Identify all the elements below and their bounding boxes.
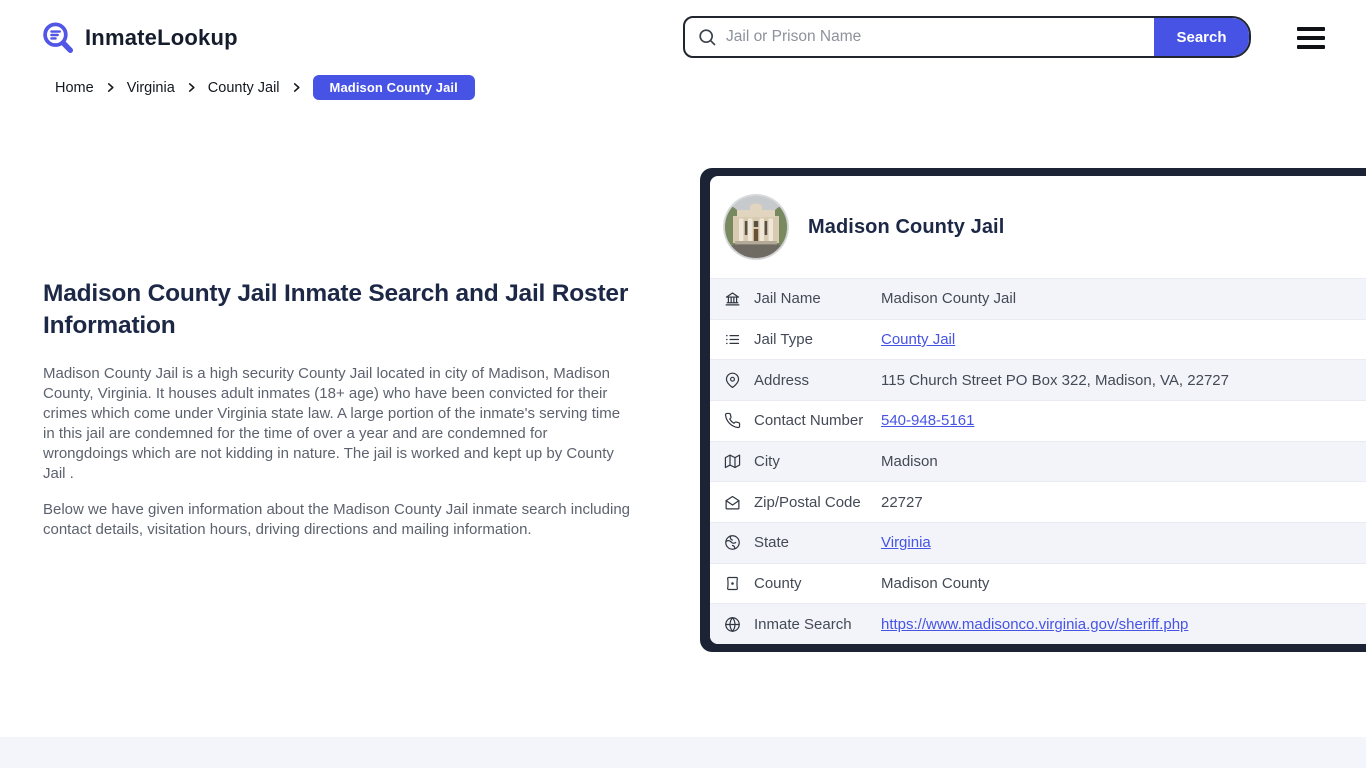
breadcrumb: Home Virginia County Jail Madison County… (55, 75, 475, 100)
table-row: Inmate Search https://www.madisonco.virg… (710, 603, 1366, 644)
row-value: Madison County (881, 575, 990, 593)
table-row: Zip/Postal Code 22727 (710, 481, 1366, 522)
search-input[interactable] (726, 18, 1154, 56)
map-pin-icon (724, 372, 741, 389)
breadcrumb-virginia[interactable]: Virginia (127, 80, 175, 96)
breadcrumb-home[interactable]: Home (55, 80, 94, 96)
jail-info-card-inner: Madison County Jail Jail Name Madison Co… (710, 176, 1366, 644)
row-value: 115 Church Street PO Box 322, Madison, V… (881, 371, 1229, 389)
row-label: Jail Name (754, 290, 821, 308)
jail-photo (724, 195, 788, 259)
table-row: State Virginia (710, 522, 1366, 563)
page: InmateLookup Search Home Virginia County… (0, 0, 1366, 768)
list-icon (724, 331, 741, 348)
jail-info-card: Madison County Jail Jail Name Madison Co… (700, 168, 1366, 652)
jail-card-title: Madison County Jail (808, 215, 1005, 238)
page-title: Madison County Jail Inmate Search and Ja… (43, 280, 629, 339)
table-row: Contact Number 540-948-5161 (710, 400, 1366, 441)
row-label: Contact Number (754, 412, 864, 430)
breadcrumb-current-badge: Madison County Jail (312, 75, 475, 100)
table-row: City Madison (710, 440, 1366, 482)
table-row: Jail Name Madison County Jail (710, 278, 1366, 319)
row-value-link[interactable]: https://www.madisonco.virginia.gov/sheri… (881, 616, 1188, 633)
row-value: 22727 (881, 493, 923, 511)
info-paragraph: Below we have given information about th… (43, 501, 630, 538)
row-label: Jail Type (754, 331, 813, 348)
search-bar: Search (683, 16, 1251, 58)
footer-strip (0, 737, 1366, 768)
row-value-link[interactable]: Virginia (881, 534, 931, 551)
magnifier-logo-icon (40, 20, 76, 56)
row-label: Zip/Postal Code (754, 493, 861, 511)
row-label: Address (754, 371, 810, 389)
row-value-link[interactable]: County Jail (881, 331, 955, 348)
chevron-right-icon (291, 82, 302, 93)
jail-info-table: Jail Name Madison County Jail Jail Type … (710, 278, 1366, 644)
row-label: County (754, 575, 802, 593)
row-value-link[interactable]: 540-948-5161 (881, 412, 974, 429)
chevron-right-icon (105, 82, 116, 93)
site-logo[interactable]: InmateLookup (40, 20, 238, 56)
intro-paragraph: Madison County Jail is a high security C… (43, 365, 621, 482)
globe-icon (724, 534, 741, 551)
chevron-right-icon (186, 82, 197, 93)
row-label: City (754, 453, 780, 471)
table-row: Jail Type County Jail (710, 318, 1366, 360)
county-map-icon (724, 575, 741, 592)
menu-icon[interactable] (1297, 27, 1325, 49)
row-value: Madison (881, 453, 938, 471)
map-icon (724, 453, 741, 470)
envelope-icon (724, 494, 741, 511)
article: Madison County Jail Inmate Search and Ja… (43, 278, 635, 556)
breadcrumb-county-jail[interactable]: County Jail (208, 80, 280, 96)
row-label: Inmate Search (754, 615, 852, 633)
table-row: County Madison County (710, 562, 1366, 604)
table-row: Address 115 Church Street PO Box 322, Ma… (710, 359, 1366, 401)
search-button[interactable]: Search (1154, 18, 1249, 56)
row-value: Madison County Jail (881, 290, 1017, 308)
globe-grid-icon (724, 616, 741, 633)
jail-card-header: Madison County Jail (710, 176, 1366, 278)
phone-icon (724, 412, 741, 429)
brand-name: InmateLookup (85, 25, 238, 50)
search-icon (697, 27, 717, 47)
search-box (685, 18, 1154, 56)
bank-icon (724, 290, 741, 307)
row-label: State (754, 534, 790, 552)
